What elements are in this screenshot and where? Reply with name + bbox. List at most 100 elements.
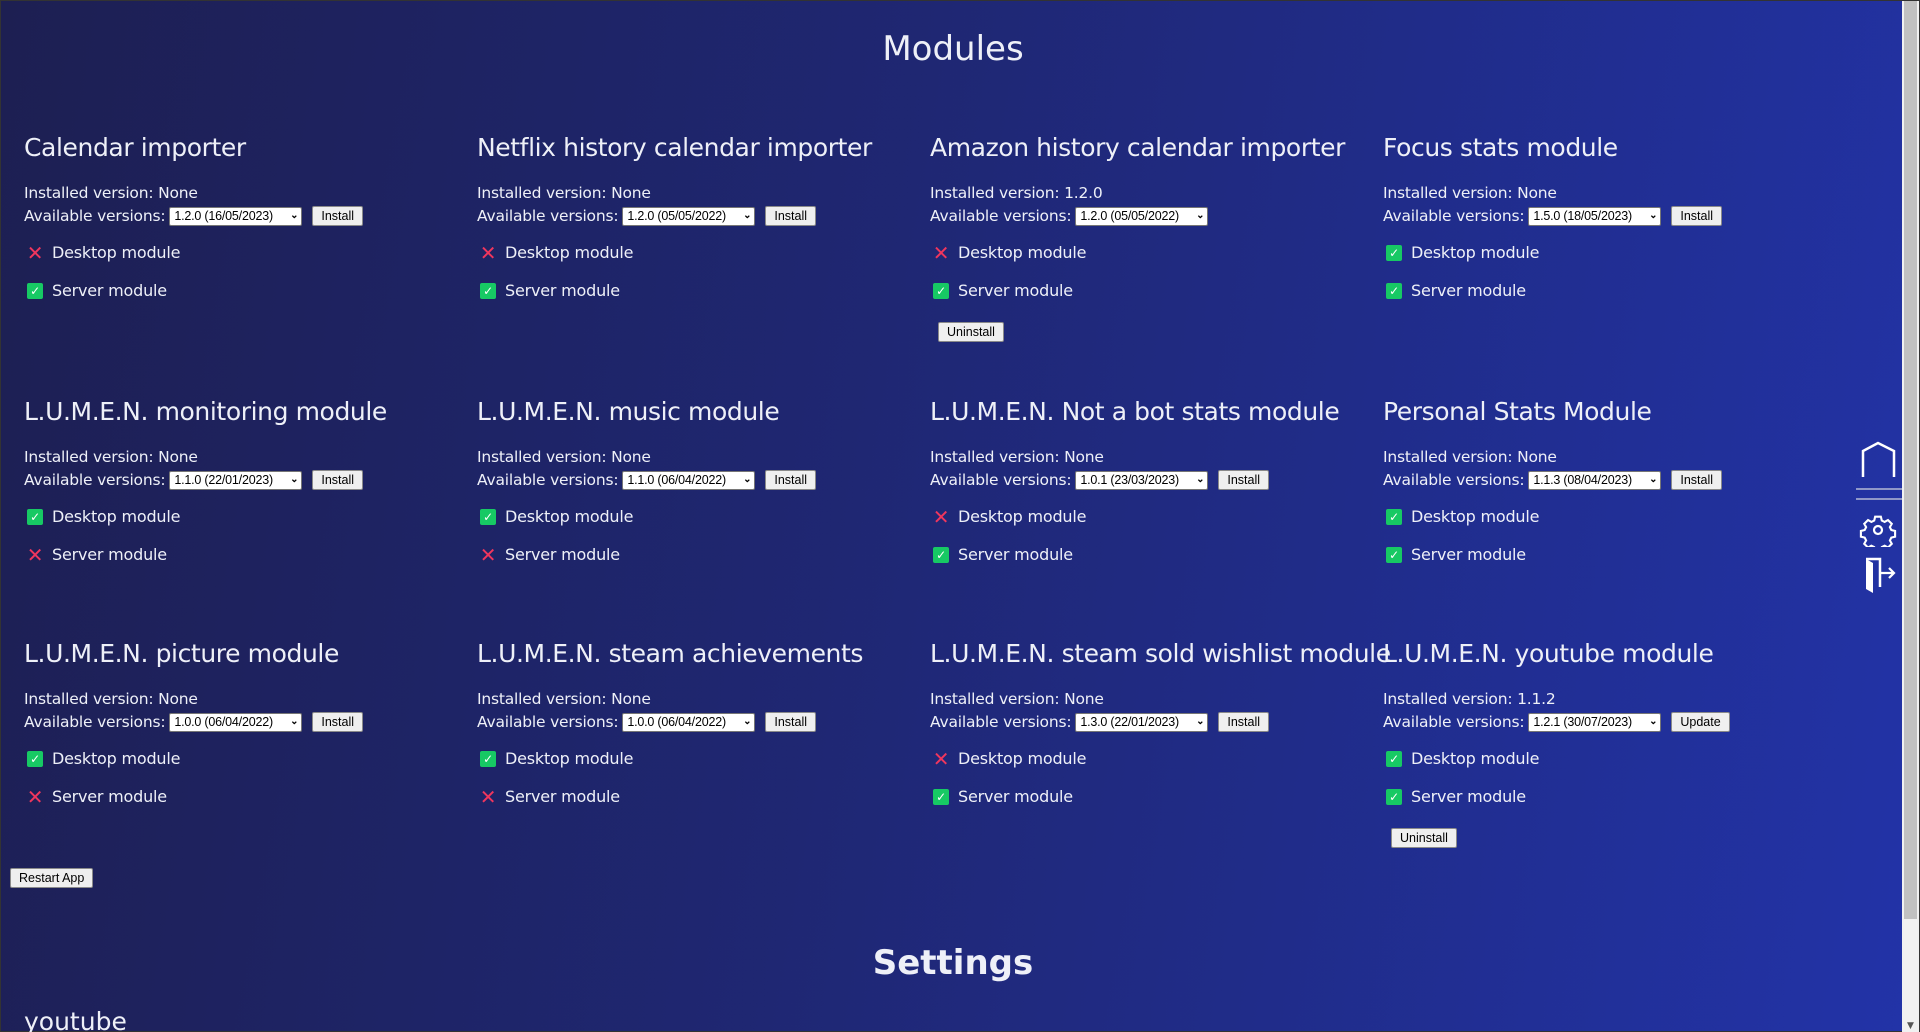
chevron-down-icon: ⌄ <box>290 474 299 485</box>
installed-label: Installed version: <box>1383 184 1518 202</box>
module-card: L.U.M.E.N. monitoring module Installed v… <box>24 396 464 567</box>
server-module-status: ✓ Server module <box>1386 281 1526 300</box>
desktop-module-label: Desktop module <box>52 749 181 768</box>
server-module-label: Server module <box>1411 281 1526 300</box>
installed-version: Installed version: None <box>930 446 1104 468</box>
scrollbar-thumb[interactable] <box>1904 1 1917 919</box>
version-select[interactable]: 1.0.1 (23/03/2023) ⌄ <box>1075 470 1209 490</box>
logout-icon[interactable] <box>1856 555 1904 599</box>
chevron-down-icon: ⌄ <box>1196 210 1205 221</box>
version-select[interactable]: 1.0.0 (06/04/2022) ⌄ <box>622 712 756 732</box>
version-select[interactable]: 1.2.0 (05/05/2022) ⌄ <box>622 206 756 226</box>
version-select[interactable]: 1.2.0 (05/05/2022) ⌄ <box>1075 206 1209 226</box>
available-label: Available versions: <box>930 713 1072 731</box>
install-button[interactable]: Install <box>765 470 817 490</box>
version-select[interactable]: 1.1.0 (06/04/2022) ⌄ <box>622 470 756 490</box>
version-selected: 1.1.3 (08/04/2023) <box>1533 473 1632 487</box>
module-title: L.U.M.E.N. picture module <box>24 639 339 668</box>
version-selected: 1.2.0 (16/05/2023) <box>174 209 273 223</box>
divider <box>1856 488 1904 500</box>
version-selected: 1.1.0 (06/04/2022) <box>627 473 726 487</box>
server-module-status: ✓ Server module <box>933 281 1073 300</box>
available-label: Available versions: <box>1383 471 1525 489</box>
uninstall-button[interactable]: Uninstall <box>938 322 1004 342</box>
module-title: L.U.M.E.N. music module <box>477 397 780 426</box>
uninstall-button[interactable]: Uninstall <box>1391 828 1457 848</box>
server-module-status: ✕ Server module <box>27 543 167 567</box>
install-button[interactable]: Install <box>765 712 817 732</box>
cross-icon: ✕ <box>479 542 497 567</box>
cross-icon: ✕ <box>26 784 44 809</box>
install-button[interactable]: Install <box>1218 712 1270 732</box>
version-select[interactable]: 1.1.0 (22/01/2023) ⌄ <box>169 470 303 490</box>
installed-label: Installed version: <box>930 448 1065 466</box>
update-button[interactable]: Update <box>1671 712 1730 732</box>
version-select[interactable]: 1.5.0 (18/05/2023) ⌄ <box>1528 206 1662 226</box>
available-label: Available versions: <box>1383 207 1525 225</box>
available-label: Available versions: <box>1383 713 1525 731</box>
desktop-module-label: Desktop module <box>958 749 1087 768</box>
chevron-down-icon: ⌄ <box>1196 474 1205 485</box>
installed-version: Installed version: None <box>24 182 198 204</box>
server-module-label: Server module <box>958 281 1073 300</box>
gear-icon[interactable] <box>1856 513 1904 552</box>
restart-app-button[interactable]: Restart App <box>10 868 94 888</box>
version-select[interactable]: 1.2.1 (30/07/2023) ⌄ <box>1528 712 1662 732</box>
installed-version: Installed version: None <box>477 446 651 468</box>
chevron-down-icon: ⌄ <box>1649 474 1658 485</box>
check-icon: ✓ <box>27 282 43 299</box>
module-title: L.U.M.E.N. monitoring module <box>24 397 387 426</box>
install-button[interactable]: Install <box>312 712 364 732</box>
install-button[interactable]: Install <box>765 206 817 226</box>
available-versions: Available versions: 1.0.1 (23/03/2023) ⌄ I… <box>930 469 1270 491</box>
chevron-down-icon: ⌄ <box>290 210 299 221</box>
server-module-status: ✓ Server module <box>933 545 1073 564</box>
page-title: Modules <box>882 29 1024 69</box>
module-title: L.U.M.E.N. steam achievements <box>477 639 864 668</box>
chevron-down-icon: ⌄ <box>743 210 752 221</box>
installed-version: Installed version: None <box>24 688 198 710</box>
server-module-label: Server module <box>958 545 1073 564</box>
check-icon: ✓ <box>480 282 496 299</box>
version-select[interactable]: 1.2.0 (16/05/2023) ⌄ <box>169 206 303 226</box>
available-label: Available versions: <box>930 207 1072 225</box>
install-button[interactable]: Install <box>312 206 364 226</box>
available-label: Available versions: <box>24 471 166 489</box>
chevron-down-icon: ⌄ <box>290 716 299 727</box>
module-card: L.U.M.E.N. picture module Installed vers… <box>24 638 464 809</box>
available-versions: Available versions: 1.2.1 (30/07/2023) ⌄ U… <box>1383 711 1730 733</box>
install-button[interactable]: Install <box>1671 470 1723 490</box>
installed-version: Installed version: None <box>24 446 198 468</box>
install-button[interactable]: Install <box>312 470 364 490</box>
server-module-label: Server module <box>52 281 167 300</box>
module-card: Amazon history calendar importer Install… <box>930 132 1370 342</box>
available-label: Available versions: <box>477 207 619 225</box>
installed-label: Installed version: <box>24 448 159 466</box>
version-select[interactable]: 1.3.0 (22/01/2023) ⌄ <box>1075 712 1209 732</box>
server-module-status: ✓ Server module <box>1386 787 1526 806</box>
desktop-module-label: Desktop module <box>1411 749 1540 768</box>
module-card: Focus stats module Installed version: No… <box>1383 132 1823 300</box>
installed-value: None <box>1064 690 1104 708</box>
module-title: L.U.M.E.N. steam sold wishlist module <box>930 639 1391 668</box>
install-button[interactable]: Install <box>1218 470 1270 490</box>
module-title: Amazon history calendar importer <box>930 133 1345 162</box>
server-module-label: Server module <box>505 545 620 564</box>
version-select[interactable]: 1.0.0 (06/04/2022) ⌄ <box>169 712 303 732</box>
installed-version: Installed version: None <box>477 688 651 710</box>
installed-label: Installed version: <box>24 690 159 708</box>
home-icon[interactable] <box>1856 441 1904 485</box>
desktop-module-label: Desktop module <box>505 507 634 526</box>
installed-value: 1.2.0 <box>1064 184 1103 202</box>
chevron-down-icon: ⌄ <box>743 474 752 485</box>
version-selected: 1.5.0 (18/05/2023) <box>1533 209 1632 223</box>
module-card: L.U.M.E.N. steam sold wishlist module In… <box>930 638 1391 806</box>
scroll-down-arrow[interactable]: ▼ <box>1902 1021 1919 1031</box>
scrollbar[interactable]: ▲ ▼ <box>1902 1 1919 1032</box>
install-button[interactable]: Install <box>1671 206 1723 226</box>
installed-version: Installed version: None <box>930 688 1104 710</box>
server-module-status: ✓ Server module <box>27 281 167 300</box>
module-card: L.U.M.E.N. music module Installed versio… <box>477 396 917 567</box>
desktop-module-status: ✓ Desktop module <box>1386 749 1539 768</box>
version-select[interactable]: 1.1.3 (08/04/2023) ⌄ <box>1528 470 1662 490</box>
